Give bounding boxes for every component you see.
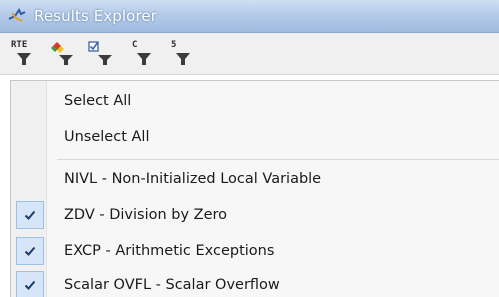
menu-item-unselect-all[interactable]: Unselect All (11, 120, 499, 156)
menu-item-nivl[interactable]: NIVL - Non-Initialized Local Variable (11, 162, 499, 198)
checkmark-icon (16, 237, 44, 265)
menu-item-label: EXCP - Arithmetic Exceptions (64, 243, 275, 259)
window-title: Results Explorer (34, 7, 157, 25)
filter-icon (137, 53, 151, 65)
filter-icon (176, 53, 190, 65)
checkbox-filter-button[interactable] (86, 38, 116, 68)
checkbox-filter-icon (88, 41, 112, 65)
color-filter-button[interactable] (47, 38, 77, 68)
menu-item-select-all[interactable]: Select All (11, 84, 499, 120)
rte-filter-button[interactable]: RTE (8, 38, 38, 68)
menu-item-excp[interactable]: EXCP - Arithmetic Exceptions (11, 234, 499, 270)
five-filter-button[interactable]: 5 (164, 38, 194, 68)
menu-item-label: ZDV - Division by Zero (64, 207, 228, 223)
menu-item-label: Scalar OVFL - Scalar Overflow (64, 277, 280, 293)
menu-separator (57, 159, 499, 160)
menu-item-label: NIVL - Non-Initialized Local Variable (64, 171, 322, 187)
title-bar: Results Explorer (0, 0, 499, 33)
menu-item-label: Unselect All (64, 129, 150, 145)
checkmark-icon (16, 271, 44, 297)
results-explorer-icon (6, 5, 28, 27)
menu-item-scalar-ovfl[interactable]: Scalar OVFL - Scalar Overflow (11, 268, 499, 297)
color-filter-icon (51, 42, 73, 65)
c-filter-button[interactable]: C (125, 38, 155, 68)
toolbar: RTE C 5 (0, 33, 499, 75)
filter-dropdown-menu: Select All Unselect All NIVL - Non-Initi… (10, 80, 499, 297)
filter-icon (17, 53, 31, 65)
checkmark-icon (16, 201, 44, 229)
menu-item-zdv[interactable]: ZDV - Division by Zero (11, 198, 499, 234)
menu-item-label: Select All (64, 93, 132, 109)
